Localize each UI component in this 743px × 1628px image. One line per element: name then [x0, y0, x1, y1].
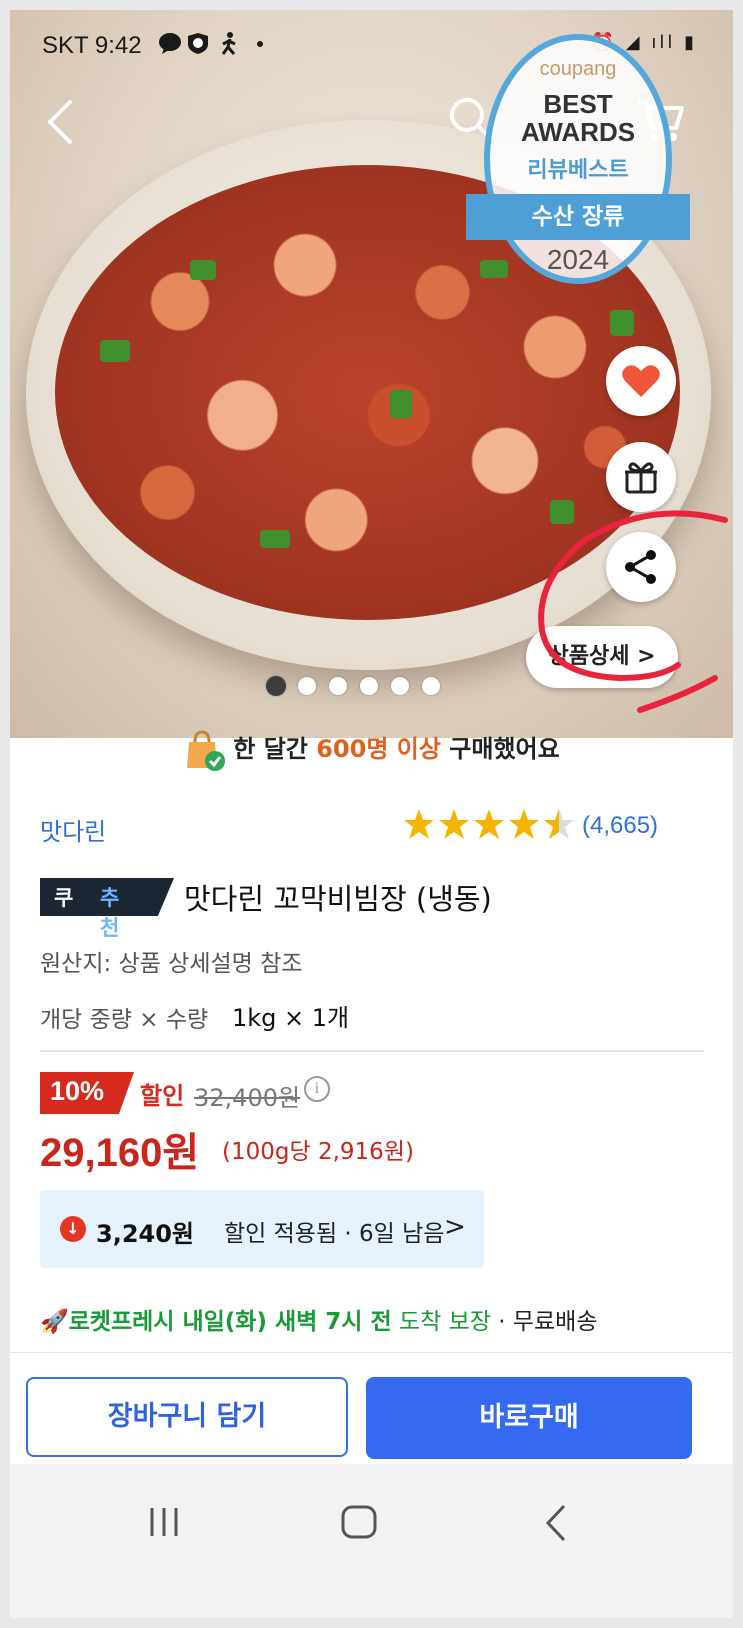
coupon-text: 할인 적용됨 · 6일 남음	[224, 1221, 445, 1247]
coupon-discount-banner[interactable]: ↓ 3,240원 할인 적용됨 · 6일 남음 >	[40, 1190, 484, 1268]
free-shipping: · 무료배송	[490, 1309, 598, 1335]
chevron-right-icon: >	[444, 1212, 466, 1242]
home-nav-icon[interactable]	[340, 1504, 378, 1540]
buyers-suffix: 구매했어요	[440, 735, 560, 763]
delivery-guarantee: 도착 보장	[391, 1309, 491, 1335]
discount-rate: 10%	[50, 1076, 105, 1106]
product-title: 맛다린 꼬막비빔장 (냉동)	[184, 882, 492, 916]
recent-apps-icon[interactable]	[146, 1506, 182, 1538]
rocket-fresh-label: 로켓프레시	[68, 1309, 175, 1335]
badge-text-recommend: 추천	[100, 886, 120, 940]
delivery-time: 내일(화) 새벽 7시 전	[174, 1309, 392, 1335]
star-full-icon	[404, 809, 434, 839]
weight-quantity-value: 1kg × 1개	[232, 1004, 350, 1032]
star-half-icon	[544, 809, 574, 839]
discount-label: 할인	[140, 1082, 185, 1110]
rocket-icon: 🚀	[40, 1309, 69, 1335]
star-full-icon	[474, 809, 504, 839]
original-price: 32,400원	[194, 1084, 301, 1112]
product-image-carousel[interactable]: SKT 9:42 ⏰ ◢ ıll ▮ coupang BEST AWARDS 리…	[10, 10, 733, 738]
buyers-prefix: 한 달간	[233, 735, 317, 763]
badge-text-coupang: 쿠팡	[54, 886, 74, 940]
star-full-icon	[509, 809, 539, 839]
unit-price: (100g당 2,916원)	[222, 1139, 414, 1165]
weight-quantity-label: 개당 중량 × 수량	[40, 1007, 209, 1033]
sale-price: 29,160원	[40, 1131, 200, 1175]
brand-link[interactable]: 맛다린	[40, 812, 106, 847]
down-arrow-icon: ↓	[60, 1216, 86, 1242]
purchase-count-notice: 한 달간 600명 이상 구매했어요	[10, 728, 733, 788]
review-count[interactable]: (4,665)	[582, 812, 658, 840]
origin-info: 원산지: 상품 상세설명 참조	[40, 951, 303, 977]
delivery-info: 🚀로켓프레시 내일(화) 새벽 7시 전 도착 보장 · 무료배송	[40, 1302, 597, 1336]
system-navigation-bar	[10, 1464, 733, 1618]
star-full-icon	[439, 809, 469, 839]
divider	[40, 1050, 704, 1052]
coupon-amount: 3,240원	[96, 1220, 194, 1248]
phone-screen: SKT 9:42 ⏰ ◢ ıll ▮ coupang BEST AWARDS 리…	[10, 10, 733, 1618]
bottom-action-bar: 장바구니 담기 바로구매	[10, 1352, 733, 1463]
add-to-cart-button[interactable]: 장바구니 담기	[26, 1377, 348, 1457]
shopping-bag-check-icon	[187, 730, 226, 771]
back-nav-icon[interactable]	[542, 1502, 570, 1544]
discount-rate-badge: 10%	[40, 1072, 134, 1114]
info-icon[interactable]: i	[304, 1076, 330, 1102]
buyers-count: 600명 이상	[316, 735, 441, 763]
red-annotation-circle	[538, 510, 728, 713]
buy-now-button[interactable]: 바로구매	[366, 1377, 692, 1459]
